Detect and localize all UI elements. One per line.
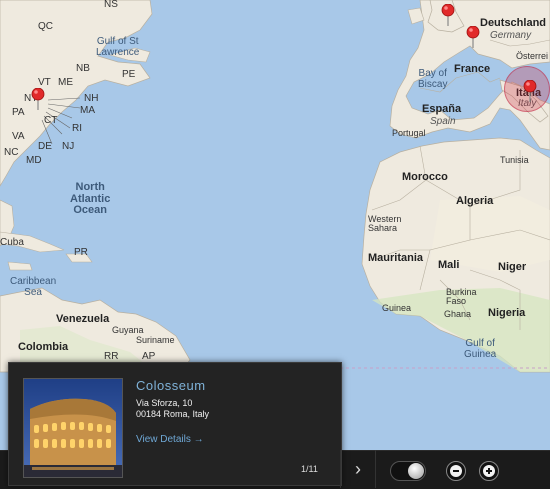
label-nigeria: Nigeria — [488, 307, 526, 319]
label-burkina-text: Burkina Faso — [446, 287, 477, 306]
label-guyana: Guyana — [112, 325, 144, 335]
label-de: DE — [38, 141, 52, 152]
label-france: France — [454, 63, 491, 75]
location-info-card: Colosseum Via Sforza, 10 00184 Roma, Ita… — [8, 362, 342, 486]
label-morocco: Morocco — [402, 171, 448, 183]
label-algeria: Algeria — [456, 195, 494, 207]
label-north-atlantic-text: North Atlantic Ocean — [70, 181, 111, 217]
label-ct: CT — [44, 115, 58, 126]
label-bay-biscay-text: Bay of Biscay — [418, 68, 448, 90]
label-tunisia: Tunisia — [500, 155, 529, 165]
label-germany: Germany — [490, 30, 532, 41]
label-colombia: Colombia — [18, 341, 69, 353]
label-ap: AP — [142, 351, 156, 362]
label-ns: NS — [104, 0, 118, 10]
label-venezuela: Venezuela — [56, 313, 110, 325]
label-western-sahara: Western Sahara — [368, 215, 401, 233]
label-vt: VT — [38, 77, 51, 88]
label-gulf-guinea: Gulf of Guinea — [464, 338, 496, 360]
label-ri: RI — [72, 123, 82, 134]
colosseum-photo-icon — [24, 379, 122, 477]
label-guinea: Guinea — [382, 303, 412, 313]
label-mauritania: Mauritania — [368, 252, 424, 264]
label-nc: NC — [4, 147, 19, 158]
label-nh: NH — [84, 93, 99, 104]
address-line-1: Via Sforza, 10 — [136, 398, 193, 408]
label-pr: PR — [74, 247, 88, 258]
zoom-out-button[interactable] — [446, 461, 466, 481]
label-espana: España — [422, 103, 462, 115]
label-me: ME — [58, 77, 73, 88]
address-line-2: 00184 Roma, Italy — [136, 409, 210, 419]
label-caribbean: Caribbean Sea — [10, 276, 56, 298]
label-cuba: Cuba — [0, 237, 24, 248]
next-location-button[interactable]: › — [340, 450, 376, 488]
label-western-sahara-text: Western Sahara — [368, 214, 402, 233]
toggle-knob — [408, 463, 424, 479]
label-nb: NB — [76, 63, 90, 74]
label-suriname: Suriname — [136, 335, 175, 345]
label-portugal: Portugal — [392, 128, 426, 138]
label-va: VA — [12, 131, 25, 142]
new-york-pin[interactable] — [31, 88, 45, 110]
label-rr: RR — [104, 351, 119, 362]
place-title: Colosseum — [136, 378, 206, 393]
label-ghana: Ghana — [444, 309, 472, 319]
label-gulf-guinea-text: Gulf of Guinea — [464, 338, 497, 360]
label-pa: PA — [12, 107, 25, 118]
label-md: MD — [26, 155, 42, 166]
label-north-atlantic: North Atlantic Ocean — [70, 181, 111, 217]
label-gulf-st-lawrence: Gulf of St Lawrence — [96, 36, 139, 58]
label-nj: NJ — [62, 141, 75, 152]
label-bay-biscay: Bay of Biscay — [418, 68, 447, 90]
colosseum-thumbnail[interactable] — [23, 378, 123, 478]
label-ma: MA — [80, 105, 95, 116]
map-style-toggle[interactable] — [390, 461, 426, 481]
label-caribbean-text: Caribbean Sea — [10, 276, 57, 298]
result-counter: 1/11 — [301, 464, 318, 474]
label-osterreich: Österrei — [516, 51, 549, 61]
label-gulf-st-lawrence-text: Gulf of St Lawrence — [96, 36, 140, 58]
zoom-in-button[interactable] — [479, 461, 499, 481]
rome-pin[interactable] — [523, 80, 537, 102]
plus-icon — [483, 465, 495, 477]
england-pin[interactable] — [441, 4, 455, 26]
label-deutschland: Deutschland — [480, 17, 547, 29]
minus-icon — [450, 465, 462, 477]
label-niger: Niger — [498, 261, 527, 273]
label-qc: QC — [38, 21, 53, 32]
paris-pin[interactable] — [466, 26, 480, 48]
label-pe: PE — [122, 69, 136, 80]
label-spain: Spain — [430, 116, 456, 127]
label-mali: Mali — [438, 259, 460, 271]
label-burkina: Burkina Faso — [446, 288, 477, 306]
view-details-link[interactable]: View Details → — [136, 434, 204, 445]
